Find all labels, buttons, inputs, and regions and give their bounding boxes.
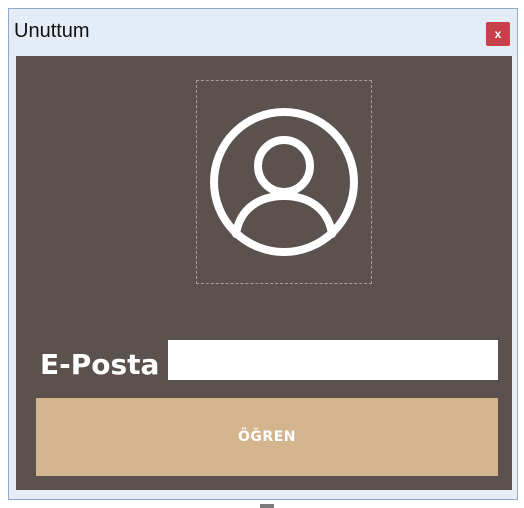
learn-button[interactable]: ÖĞREN: [36, 398, 498, 476]
forgot-password-window: Unuttum x E-Posta : ÖĞREN: [0, 0, 524, 508]
user-avatar-icon: [210, 108, 358, 256]
window-title: Unuttum: [14, 20, 90, 42]
email-input[interactable]: [168, 340, 498, 380]
email-label: E-Posta :: [40, 348, 181, 381]
resize-grip: [260, 504, 274, 508]
avatar-picture-box: [196, 80, 372, 284]
form-panel: E-Posta : ÖĞREN: [16, 56, 512, 490]
close-icon: x: [494, 27, 502, 41]
close-button[interactable]: x: [486, 22, 510, 46]
titlebar[interactable]: Unuttum x: [10, 10, 516, 56]
